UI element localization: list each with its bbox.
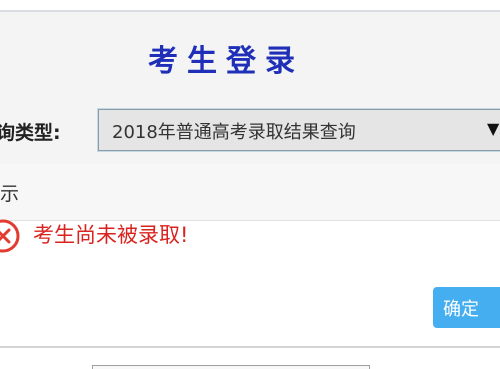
query-type-select[interactable]: 2018年普通高考录取结果查询 ▼ bbox=[98, 109, 500, 151]
footer-divider bbox=[0, 346, 500, 348]
query-type-label: 询类型: bbox=[0, 122, 61, 144]
admission-result-page: 考生登录 询类型: 2018年普通高考录取结果查询 ▼ 示 考生尚未被录取! 确… bbox=[0, 0, 500, 369]
query-type-selected-value: 2018年普通高考录取结果查询 bbox=[112, 122, 356, 143]
page-title: 考生登录 bbox=[148, 44, 304, 79]
partially-visible-bottom-button[interactable] bbox=[92, 365, 370, 369]
notice-title: 示 bbox=[0, 183, 20, 205]
confirm-button[interactable]: 确定 bbox=[433, 287, 500, 328]
admission-status-message: 考生尚未被录取! bbox=[33, 223, 189, 247]
error-circle-x-icon bbox=[0, 219, 20, 253]
dropdown-arrow-icon: ▼ bbox=[487, 119, 500, 138]
notice-bar bbox=[0, 164, 500, 221]
